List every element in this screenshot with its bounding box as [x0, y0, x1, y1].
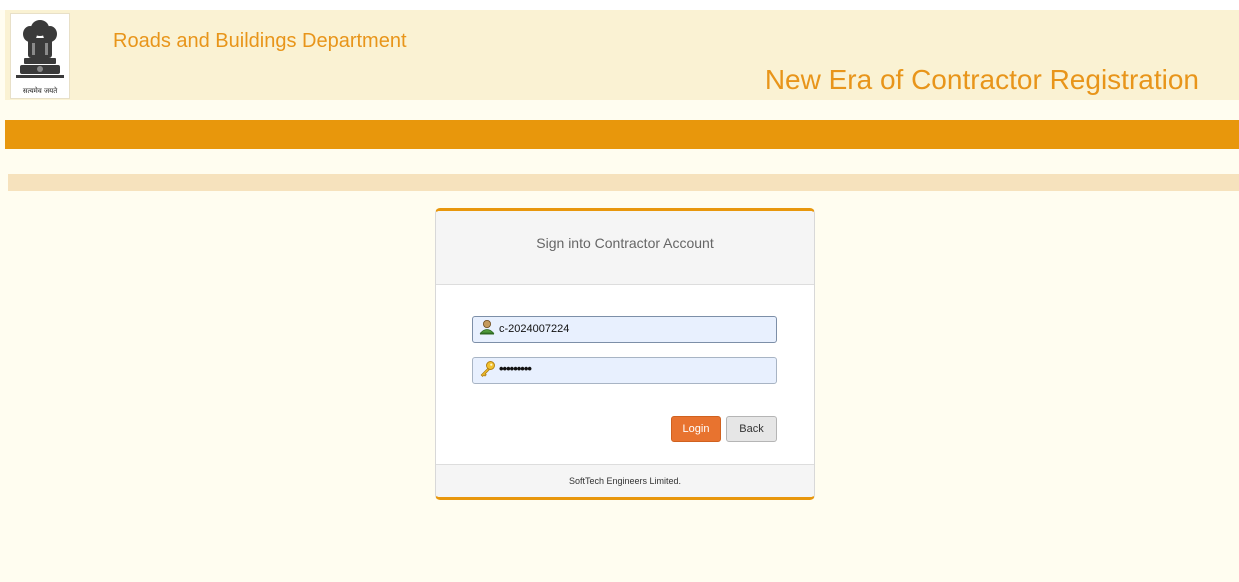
login-card-header: Sign into Contractor Account — [436, 211, 814, 285]
page: सत्यमेव जयते Roads and Buildings Departm… — [0, 0, 1239, 582]
national-emblem-logo: सत्यमेव जयते — [10, 13, 70, 99]
user-icon — [479, 319, 497, 337]
department-title: Roads and Buildings Department — [113, 30, 407, 52]
header: सत्यमेव जयते Roads and Buildings Departm… — [5, 10, 1239, 100]
login-card-title: Sign into Contractor Account — [536, 235, 714, 251]
login-card-footer: SoftTech Engineers Limited. — [436, 464, 814, 497]
app-title: New Era of Contractor Registration — [764, 64, 1199, 95]
tan-strip — [8, 174, 1239, 191]
password-value: ••••••••• — [499, 361, 532, 376]
top-edge — [0, 0, 1239, 10]
password-field[interactable]: ••••••••• — [472, 357, 777, 384]
login-button[interactable]: Login — [671, 416, 721, 442]
login-card: Sign into Contractor Account c-202400722… — [435, 208, 815, 500]
key-icon — [479, 360, 497, 378]
emblem-motto: सत्यमेव जयते — [22, 87, 58, 95]
back-button[interactable]: Back — [726, 416, 777, 442]
footer-company: SoftTech Engineers Limited. — [568, 476, 682, 486]
orange-nav-bar — [5, 120, 1239, 149]
username-value: c-2024007224 — [499, 323, 570, 335]
username-field[interactable]: c-2024007224 — [472, 316, 777, 343]
